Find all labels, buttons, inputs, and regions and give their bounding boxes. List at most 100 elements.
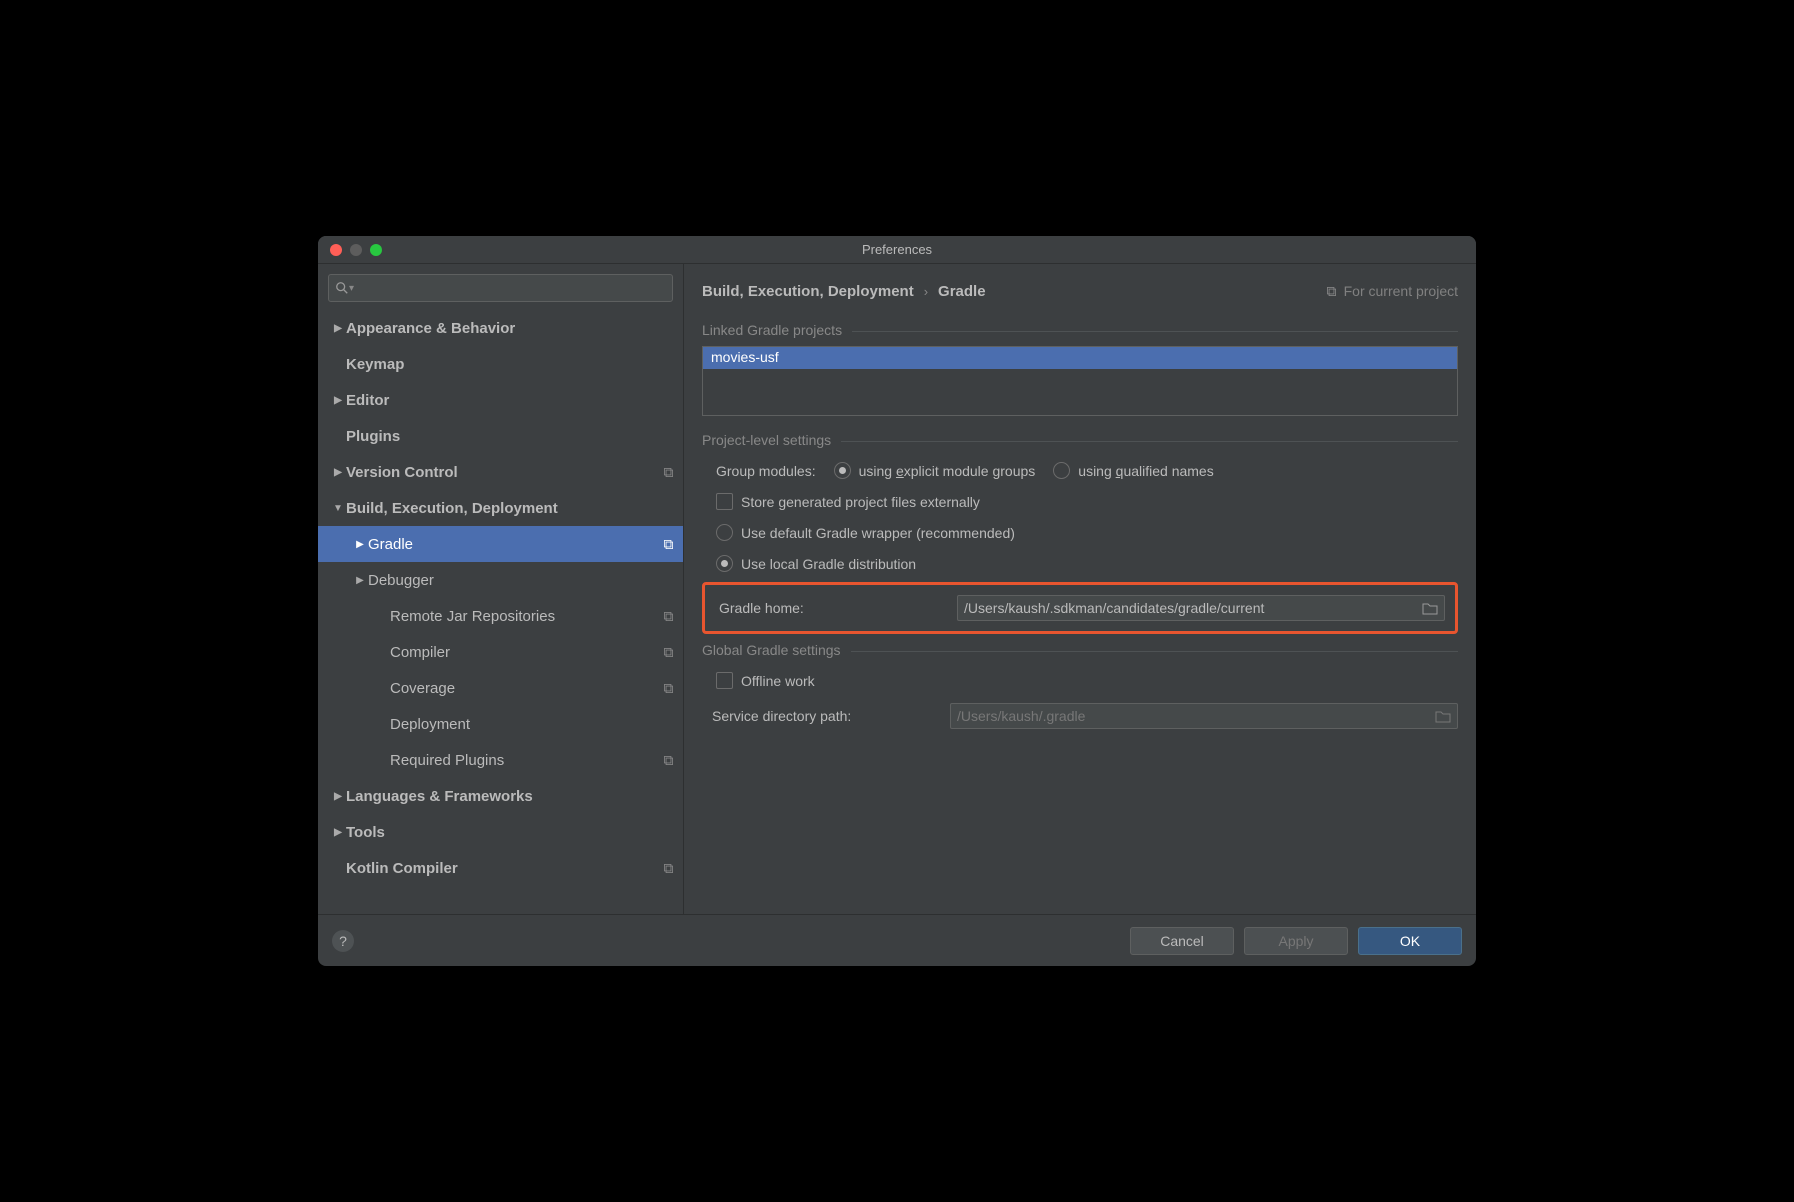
preferences-window: Preferences ▾ ▶Appearance & BehaviorKeym… xyxy=(318,236,1476,966)
titlebar: Preferences xyxy=(318,236,1476,264)
project-scope-icon xyxy=(662,754,675,767)
folder-icon[interactable] xyxy=(1435,710,1451,723)
sidebar-item-editor[interactable]: ▶Editor xyxy=(318,382,683,418)
sidebar-item-remote-jar-repositories[interactable]: Remote Jar Repositories xyxy=(318,598,683,634)
sidebar-item-label: Tools xyxy=(346,824,675,841)
dialog-footer: ? Cancel Apply OK xyxy=(318,914,1476,966)
sidebar-item-coverage[interactable]: Coverage xyxy=(318,670,683,706)
chevron-right-icon: ▶ xyxy=(330,323,346,334)
chevron-right-icon: ▶ xyxy=(352,539,368,550)
service-dir-row: Service directory path: /Users/kaush/.gr… xyxy=(702,703,1458,729)
copy-icon xyxy=(1325,285,1338,298)
section-project-level: Project-level settings xyxy=(702,432,1458,448)
apply-button[interactable]: Apply xyxy=(1244,927,1348,955)
sidebar-item-keymap[interactable]: Keymap xyxy=(318,346,683,382)
offline-work-row: Offline work xyxy=(702,672,1458,689)
radio-explicit-groups[interactable]: using explicit module groups xyxy=(834,462,1036,479)
sidebar-item-label: Build, Execution, Deployment xyxy=(346,500,675,517)
radio-icon xyxy=(1053,462,1070,479)
settings-tree: ▶Appearance & BehaviorKeymap▶EditorPlugi… xyxy=(318,310,683,914)
sidebar-item-label: Kotlin Compiler xyxy=(346,860,658,877)
radio-icon xyxy=(716,524,733,541)
sidebar-item-plugins[interactable]: Plugins xyxy=(318,418,683,454)
gradle-home-input[interactable]: /Users/kaush/.sdkman/candidates/gradle/c… xyxy=(957,595,1445,621)
sidebar-item-label: Required Plugins xyxy=(390,752,658,769)
sidebar-item-label: Remote Jar Repositories xyxy=(390,608,658,625)
sidebar-item-debugger[interactable]: ▶Debugger xyxy=(318,562,683,598)
breadcrumb-leaf: Gradle xyxy=(938,283,986,300)
close-window-button[interactable] xyxy=(330,244,342,256)
radio-default-wrapper[interactable]: Use default Gradle wrapper (recommended) xyxy=(716,524,1015,541)
sidebar-item-build-execution-deployment[interactable]: ▼Build, Execution, Deployment xyxy=(318,490,683,526)
sidebar-item-required-plugins[interactable]: Required Plugins xyxy=(318,742,683,778)
linked-projects-list[interactable]: movies-usf xyxy=(702,346,1458,416)
sidebar-item-label: Appearance & Behavior xyxy=(346,320,675,337)
checkbox-icon xyxy=(716,672,733,689)
checkbox-offline-work[interactable]: Offline work xyxy=(716,672,815,689)
folder-icon[interactable] xyxy=(1422,602,1438,615)
cancel-button[interactable]: Cancel xyxy=(1130,927,1234,955)
checkbox-icon xyxy=(716,493,733,510)
sidebar: ▾ ▶Appearance & BehaviorKeymap▶EditorPlu… xyxy=(318,264,684,914)
sidebar-item-gradle[interactable]: ▶Gradle xyxy=(318,526,683,562)
checkbox-store-external[interactable]: Store generated project files externally xyxy=(716,493,980,510)
sidebar-item-appearance-behavior[interactable]: ▶Appearance & Behavior xyxy=(318,310,683,346)
sidebar-item-languages-frameworks[interactable]: ▶Languages & Frameworks xyxy=(318,778,683,814)
minimize-window-button[interactable] xyxy=(350,244,362,256)
sidebar-item-label: Languages & Frameworks xyxy=(346,788,675,805)
ok-button[interactable]: OK xyxy=(1358,927,1462,955)
section-linked-projects: Linked Gradle projects xyxy=(702,322,1458,338)
window-controls xyxy=(318,244,382,256)
sidebar-item-label: Plugins xyxy=(346,428,675,445)
sidebar-item-tools[interactable]: ▶Tools xyxy=(318,814,683,850)
sidebar-item-label: Gradle xyxy=(368,536,658,553)
sidebar-item-version-control[interactable]: ▶Version Control xyxy=(318,454,683,490)
section-global: Global Gradle settings xyxy=(702,642,1458,658)
sidebar-item-deployment[interactable]: Deployment xyxy=(318,706,683,742)
scope-badge: For current project xyxy=(1325,283,1458,299)
gradle-home-highlight: Gradle home: /Users/kaush/.sdkman/candid… xyxy=(702,582,1458,634)
radio-use-local[interactable]: Use local Gradle distribution xyxy=(716,555,916,572)
chevron-right-icon: ▶ xyxy=(330,467,346,478)
sidebar-item-compiler[interactable]: Compiler xyxy=(318,634,683,670)
sidebar-item-label: Keymap xyxy=(346,356,675,373)
sidebar-item-label: Debugger xyxy=(368,572,675,589)
content: ▾ ▶Appearance & BehaviorKeymap▶EditorPlu… xyxy=(318,264,1476,914)
radio-icon xyxy=(834,462,851,479)
project-scope-icon xyxy=(662,862,675,875)
dropdown-caret-icon: ▾ xyxy=(349,283,354,294)
project-scope-icon xyxy=(662,646,675,659)
chevron-right-icon: › xyxy=(924,284,928,299)
sidebar-item-label: Deployment xyxy=(390,716,675,733)
project-scope-icon xyxy=(662,466,675,479)
radio-qualified-names[interactable]: using qualified names xyxy=(1053,462,1213,479)
project-scope-icon xyxy=(662,682,675,695)
breadcrumb-parent[interactable]: Build, Execution, Deployment xyxy=(702,283,914,300)
service-dir-input[interactable]: /Users/kaush/.gradle xyxy=(950,703,1458,729)
window-title: Preferences xyxy=(318,242,1476,257)
sidebar-item-label: Coverage xyxy=(390,680,658,697)
chevron-down-icon: ▼ xyxy=(330,503,346,514)
sidebar-item-kotlin-compiler[interactable]: Kotlin Compiler xyxy=(318,850,683,886)
chevron-right-icon: ▶ xyxy=(352,575,368,586)
chevron-right-icon: ▶ xyxy=(330,827,346,838)
radio-icon xyxy=(716,555,733,572)
sidebar-item-label: Editor xyxy=(346,392,675,409)
project-scope-icon xyxy=(662,538,675,551)
service-dir-label: Service directory path: xyxy=(712,708,932,724)
zoom-window-button[interactable] xyxy=(370,244,382,256)
list-item[interactable]: movies-usf xyxy=(703,347,1457,369)
breadcrumb: Build, Execution, Deployment › Gradle Fo… xyxy=(702,276,1458,306)
gradle-home-label: Gradle home: xyxy=(719,600,939,616)
search-input[interactable]: ▾ xyxy=(328,274,673,302)
search-icon xyxy=(335,281,349,295)
store-external-row: Store generated project files externally xyxy=(702,493,1458,510)
project-scope-icon xyxy=(662,610,675,623)
main-panel: Build, Execution, Deployment › Gradle Fo… xyxy=(684,264,1476,914)
help-button[interactable]: ? xyxy=(332,930,354,952)
sidebar-item-label: Version Control xyxy=(346,464,658,481)
chevron-right-icon: ▶ xyxy=(330,791,346,802)
use-local-row: Use local Gradle distribution xyxy=(702,555,1458,572)
use-default-wrapper-row: Use default Gradle wrapper (recommended) xyxy=(702,524,1458,541)
sidebar-item-label: Compiler xyxy=(390,644,658,661)
